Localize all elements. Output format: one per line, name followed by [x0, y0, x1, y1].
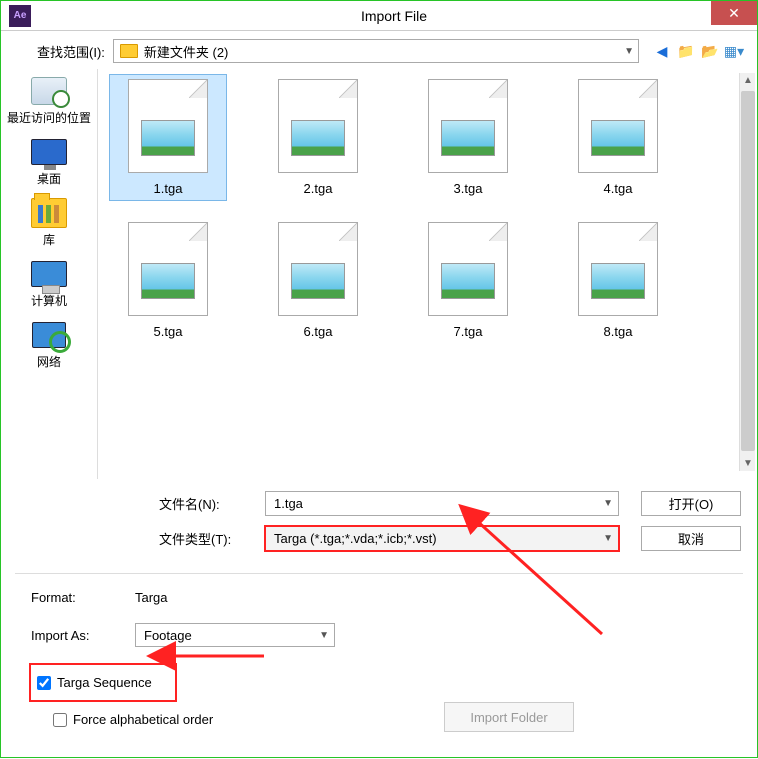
filetype-label: 文件类型(T): — [159, 529, 251, 548]
file-item[interactable]: 3.tga — [410, 75, 526, 200]
desktop-icon — [31, 139, 67, 165]
close-button[interactable]: ✕ — [711, 1, 757, 25]
file-item[interactable]: 1.tga — [110, 75, 226, 200]
scroll-up-icon[interactable]: ▲ — [743, 75, 753, 86]
sidebar-item-label: 桌面 — [37, 170, 61, 187]
places-sidebar: 最近访问的位置 桌面 库 计算机 网络 — [1, 69, 97, 479]
sidebar-item-libraries[interactable]: 库 — [29, 195, 69, 248]
format-label: Format: — [31, 590, 135, 605]
open-button[interactable]: 打开(O) — [641, 491, 741, 516]
file-thumbnail — [428, 222, 508, 316]
format-value: Targa — [135, 590, 168, 605]
back-icon[interactable]: ◀ — [653, 42, 671, 60]
title-bar: Ae Import File ✕ — [1, 1, 757, 31]
recent-icon — [31, 77, 67, 105]
sidebar-item-label: 库 — [43, 231, 55, 248]
up-icon[interactable]: 📁 — [677, 42, 695, 60]
file-name: 2.tga — [304, 181, 333, 196]
library-icon — [31, 198, 67, 228]
importas-label: Import As: — [31, 628, 135, 643]
file-item[interactable]: 6.tga — [260, 218, 376, 343]
computer-icon — [31, 261, 67, 287]
targa-sequence-checkbox[interactable] — [37, 676, 51, 690]
vertical-scrollbar[interactable]: ▲ ▼ — [739, 73, 755, 471]
file-item[interactable]: 8.tga — [560, 218, 676, 343]
location-text: 新建文件夹 (2) — [144, 42, 229, 61]
chevron-down-icon: ▼ — [319, 630, 329, 641]
sidebar-item-recent[interactable]: 最近访问的位置 — [7, 73, 91, 126]
filename-label: 文件名(N): — [159, 494, 251, 513]
file-item[interactable]: 4.tga — [560, 75, 676, 200]
file-item[interactable]: 7.tga — [410, 218, 526, 343]
file-thumbnail — [428, 79, 508, 173]
sequence-highlight-box: Targa Sequence — [31, 665, 175, 700]
scroll-down-icon[interactable]: ▼ — [743, 458, 753, 469]
file-thumbnail — [128, 222, 208, 316]
sidebar-item-network[interactable]: 网络 — [29, 317, 69, 370]
file-thumbnail — [578, 222, 658, 316]
file-thumbnail — [278, 79, 358, 173]
filename-combo[interactable]: 1.tga ▼ — [265, 491, 619, 516]
file-thumbnail — [128, 79, 208, 173]
file-name: 7.tga — [454, 324, 483, 339]
file-thumbnail — [578, 79, 658, 173]
force-alpha-checkbox[interactable] — [53, 713, 67, 727]
file-item[interactable]: 2.tga — [260, 75, 376, 200]
window-title: Import File — [31, 8, 757, 24]
location-combo[interactable]: 新建文件夹 (2) ▼ — [113, 39, 639, 63]
file-list-area[interactable]: 1.tga 2.tga 3.tga 4.tga 5.tga 6.tga 7.tga 8.tga… — [97, 69, 757, 479]
importas-combo[interactable]: Footage ▼ — [135, 623, 335, 647]
file-item[interactable]: 5.tga — [110, 218, 226, 343]
file-name: 6.tga — [304, 324, 333, 339]
filetype-combo[interactable]: Targa (*.tga;*.vda;*.icb;*.vst) ▼ — [265, 526, 619, 551]
location-toolbar: 查找范围(I): 新建文件夹 (2) ▼ ◀ 📁 📂 ▦▾ — [1, 31, 757, 69]
app-icon: Ae — [9, 5, 31, 27]
chevron-down-icon: ▼ — [624, 46, 634, 57]
sidebar-item-computer[interactable]: 计算机 — [29, 256, 69, 309]
sidebar-item-desktop[interactable]: 桌面 — [29, 134, 69, 187]
file-thumbnail — [278, 222, 358, 316]
chevron-down-icon: ▼ — [603, 533, 613, 544]
folder-icon — [120, 44, 138, 58]
force-alpha-label: Force alphabetical order — [73, 712, 213, 727]
scrollbar-thumb[interactable] — [741, 91, 755, 451]
file-name: 4.tga — [604, 181, 633, 196]
sidebar-item-label: 最近访问的位置 — [7, 109, 91, 126]
network-icon — [32, 322, 66, 348]
file-name: 5.tga — [154, 324, 183, 339]
filename-value: 1.tga — [274, 496, 303, 511]
filetype-value: Targa (*.tga;*.vda;*.icb;*.vst) — [274, 531, 437, 546]
cancel-button[interactable]: 取消 — [641, 526, 741, 551]
importas-value: Footage — [144, 628, 192, 643]
file-name: 3.tga — [454, 181, 483, 196]
file-name: 1.tga — [154, 181, 183, 196]
view-menu-icon[interactable]: ▦▾ — [725, 42, 743, 60]
sidebar-item-label: 计算机 — [31, 292, 67, 309]
new-folder-icon[interactable]: 📂 — [701, 42, 719, 60]
sidebar-item-label: 网络 — [37, 353, 61, 370]
sequence-label: Targa Sequence — [57, 675, 152, 690]
chevron-down-icon: ▼ — [603, 498, 613, 509]
file-name: 8.tga — [604, 324, 633, 339]
import-folder-button: Import Folder — [444, 702, 574, 732]
lookin-label: 查找范围(I): — [37, 42, 105, 61]
